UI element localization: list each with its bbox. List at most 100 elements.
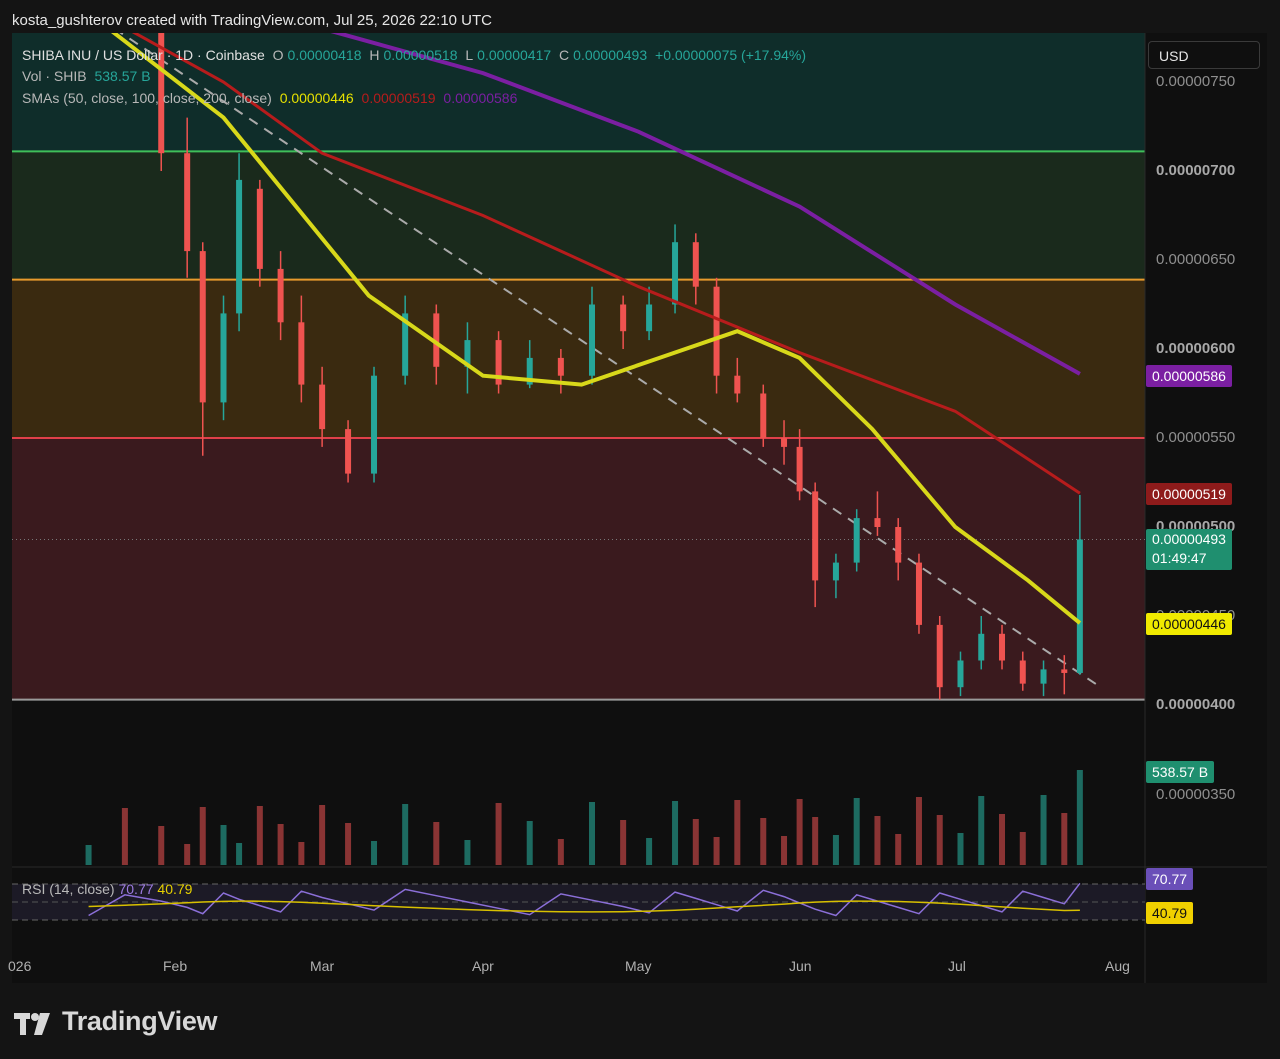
volume-bar xyxy=(646,838,653,865)
candle-body xyxy=(184,153,191,252)
rsi-legend[interactable]: RSI (14, close) 70.77 40.79 xyxy=(22,881,192,897)
sma200-price-tag: 0.00000586 xyxy=(1146,365,1232,387)
volume-bar xyxy=(319,805,326,865)
volume-bar xyxy=(220,825,227,865)
low-label: L xyxy=(465,47,474,63)
volume-bar xyxy=(371,841,378,865)
volume-label: Vol · SHIB xyxy=(22,68,87,84)
volume-bar xyxy=(557,839,564,865)
x-tick-label: Feb xyxy=(163,958,188,974)
candle-body xyxy=(277,268,284,323)
volume-bar xyxy=(158,826,165,865)
price-tick: 0.00000350 xyxy=(1156,786,1236,803)
sma-label: SMAs (50, close, 100, close, 200, close) xyxy=(22,90,272,106)
currency-selector[interactable]: USD xyxy=(1148,41,1260,69)
volume-bar xyxy=(121,808,128,865)
volume-bar xyxy=(199,807,206,865)
candle-body xyxy=(646,304,653,332)
rsi-tag: 70.77 xyxy=(1146,868,1194,890)
candle-body xyxy=(1040,669,1047,684)
candle-body xyxy=(832,562,839,581)
candle-body xyxy=(760,393,767,438)
candle-body xyxy=(199,251,206,403)
candle-body xyxy=(713,286,720,376)
volume-bar xyxy=(589,802,595,865)
sma200-value: 0.00000586 xyxy=(443,90,518,106)
volume-bar xyxy=(433,822,440,865)
rsi-value: 70.77 xyxy=(118,881,154,897)
candle-body xyxy=(345,429,352,474)
volume-bar xyxy=(713,837,720,865)
rsi-ma-tag: 40.79 xyxy=(1146,902,1194,924)
volume-bar xyxy=(781,836,788,865)
rsi-ma-value: 40.79 xyxy=(157,881,193,897)
volume-bar xyxy=(1019,832,1026,865)
candle-body xyxy=(692,242,699,287)
price-tick: 0.00000700 xyxy=(1156,162,1236,179)
change-value: +0.00000075 (+17.94%) xyxy=(655,47,807,63)
volume-bar xyxy=(85,845,92,865)
rsi-label: RSI (14, close) xyxy=(22,881,115,897)
sma-legend[interactable]: SMAs (50, close, 100, close, 200, close)… xyxy=(22,90,521,106)
candle-body xyxy=(236,179,243,314)
price-tick: 0.00000400 xyxy=(1156,696,1236,713)
high-value: 0.00000518 xyxy=(383,47,458,63)
candle-body xyxy=(220,313,227,403)
sma50-value: 0.00000446 xyxy=(279,90,354,106)
brand-name: TradingView xyxy=(62,1006,218,1036)
volume-bar xyxy=(936,815,943,865)
volume-bar xyxy=(853,798,860,865)
candle-body xyxy=(734,375,741,394)
candle-body xyxy=(620,304,627,332)
volume-value: 538.57 B xyxy=(94,68,151,84)
candle-body xyxy=(781,438,788,447)
candle-body xyxy=(812,491,819,581)
volume-bar xyxy=(277,824,284,865)
zone-orange xyxy=(12,279,1145,438)
volume-bar xyxy=(957,833,964,865)
sma100-price-tag: 0.00000519 xyxy=(1146,483,1232,505)
candle-body xyxy=(915,562,922,625)
candle-body xyxy=(1076,539,1083,673)
candle-body xyxy=(957,660,964,688)
candle-body xyxy=(298,322,305,385)
volume-bar xyxy=(495,803,502,865)
attribution-header: kosta_gushterov created with TradingView… xyxy=(12,12,492,29)
volume-bar xyxy=(874,816,881,865)
sma100-value: 0.00000519 xyxy=(361,90,436,106)
sma50-price-tag: 0.00000446 xyxy=(1146,613,1232,635)
candle-body xyxy=(319,384,326,430)
volume-bar xyxy=(464,840,471,865)
candle-body xyxy=(672,242,679,305)
price-chart-svg[interactable] xyxy=(12,33,1267,983)
volume-bar xyxy=(1076,770,1083,865)
zone-red xyxy=(12,438,1145,700)
candle-body xyxy=(853,518,860,563)
volume-legend[interactable]: Vol · SHIB 538.57 B xyxy=(22,68,155,84)
open-label: O xyxy=(272,47,284,63)
close-value: 0.00000493 xyxy=(573,47,648,63)
candle-body xyxy=(1019,660,1026,684)
close-label: C xyxy=(559,47,570,63)
candle-body xyxy=(557,357,564,376)
x-tick-label: May xyxy=(625,958,652,974)
candle-body xyxy=(999,633,1006,661)
x-tick-label: Apr xyxy=(472,958,494,974)
chart-frame[interactable] xyxy=(12,33,1267,983)
volume-bar xyxy=(692,819,699,865)
x-tick-label: Jul xyxy=(948,958,966,974)
volume-bar xyxy=(978,796,985,865)
candle-body xyxy=(589,304,595,376)
candle-body xyxy=(978,633,985,661)
volume-bar xyxy=(256,806,263,865)
symbol-name[interactable]: SHIBA INU / US Dollar · 1D · Coinbase xyxy=(22,47,265,63)
tradingview-brand[interactable]: TradingView xyxy=(14,1006,218,1037)
volume-bar xyxy=(915,797,922,865)
x-tick-label: Mar xyxy=(310,958,335,974)
last-price-value: 0.00000493 xyxy=(1152,531,1226,547)
volume-bar xyxy=(236,843,243,865)
price-tick: 0.00000550 xyxy=(1156,429,1236,446)
volume-bar xyxy=(796,799,803,865)
candle-body xyxy=(256,188,263,269)
volume-bar xyxy=(672,801,679,865)
